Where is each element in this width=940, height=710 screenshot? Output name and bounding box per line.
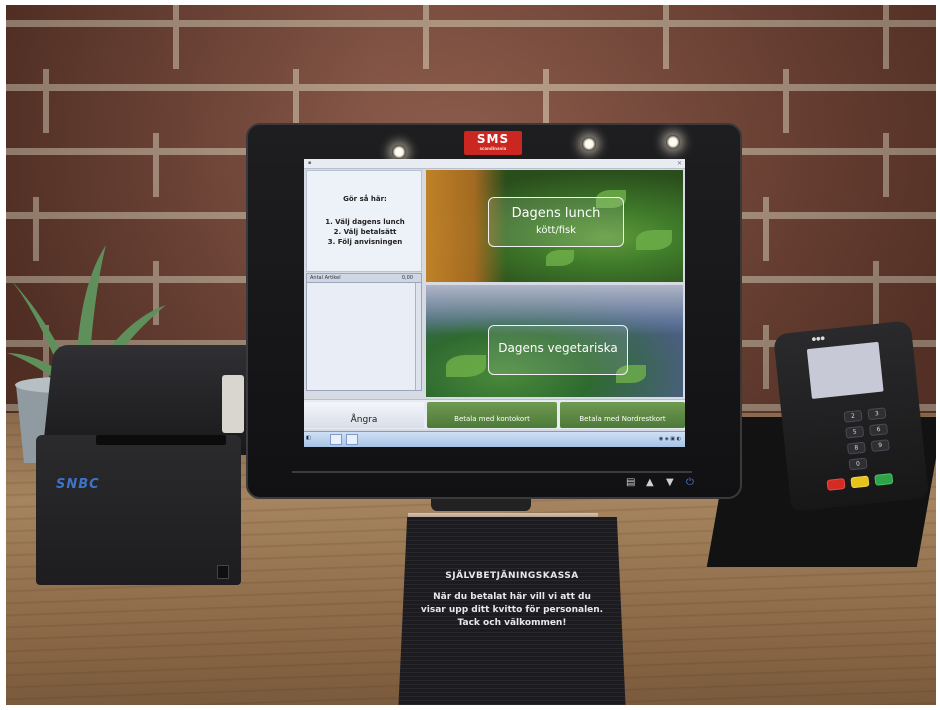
tile-dagens-lunch[interactable]: Dagens lunch kött/fisk bbox=[426, 170, 683, 282]
action-bar: Ångra Betala med kontokort Betala med No… bbox=[304, 399, 685, 429]
receipt-printer: SNBC bbox=[36, 345, 282, 585]
printer-logo: SNBC bbox=[56, 477, 100, 492]
tile-title: Dagens lunch bbox=[511, 206, 601, 221]
terminal-key[interactable]: 3 bbox=[867, 407, 887, 421]
dagens-vegetariska-button[interactable]: Dagens vegetariska bbox=[488, 325, 628, 375]
taskbar-app-icon[interactable] bbox=[330, 434, 342, 445]
close-icon[interactable]: ✕ bbox=[677, 160, 682, 167]
terminal-cancel-key[interactable] bbox=[826, 478, 846, 491]
terminal-ok-key[interactable] bbox=[874, 473, 894, 486]
terminal-key[interactable]: 2 bbox=[843, 409, 863, 423]
terminal-key[interactable]: 9 bbox=[870, 439, 890, 453]
pay-nordrest-card-button[interactable]: Betala med Nordrestkort bbox=[560, 402, 685, 428]
column-quantity: Antal bbox=[310, 275, 324, 281]
ceiling-light-reflection bbox=[666, 135, 680, 149]
start-icon[interactable]: ◧ bbox=[306, 435, 311, 441]
menu-icon[interactable]: ▤ bbox=[626, 477, 635, 488]
tile-dagens-vegetariska[interactable]: Dagens vegetariska bbox=[426, 285, 683, 397]
terminal-key[interactable]: 6 bbox=[869, 423, 889, 437]
ceiling-light-reflection bbox=[392, 145, 406, 159]
terminal-key[interactable]: 5 bbox=[845, 425, 865, 439]
ceiling-light-reflection bbox=[582, 137, 596, 151]
system-tray-icons: ◉ ◈ ▣ ◐ bbox=[658, 436, 681, 442]
sign-line: visar upp ditt kvitto för personalen. bbox=[420, 605, 604, 615]
terminal-key[interactable]: 8 bbox=[846, 441, 866, 455]
terminal-brand-icon: ●●● bbox=[811, 335, 826, 343]
sign-line: När du betalat här vill vi att du bbox=[433, 592, 591, 602]
sign-body: När du betalat här vill vi att du visar … bbox=[398, 591, 626, 630]
sign-line: Tack och välkommen! bbox=[457, 618, 567, 628]
printer-paper-slot bbox=[96, 435, 226, 445]
article-list-total: 0,00 bbox=[401, 275, 413, 281]
instructions-heading: Gör så här: bbox=[343, 195, 387, 203]
instructions-steps: 1. Välj dagens lunch 2. Välj betalsätt 3… bbox=[307, 217, 423, 247]
tile-title: Dagens vegetariska bbox=[498, 341, 618, 355]
article-list-columns: Antal Artikel bbox=[310, 275, 341, 281]
taskbar-app-icon[interactable] bbox=[346, 434, 358, 445]
bezel-divider bbox=[292, 471, 692, 473]
brand-badge: SMS scandinavia bbox=[464, 131, 522, 155]
pos-monitor: SMS scandinavia ▪ ✕ Gör så här: 1. Välj … bbox=[246, 123, 742, 499]
column-article: Artikel bbox=[324, 275, 341, 281]
pay-account-card-button[interactable]: Betala med kontokort bbox=[427, 402, 557, 428]
article-list-scrollbar[interactable] bbox=[415, 283, 421, 390]
article-list[interactable]: Antal Artikel 0,00 bbox=[306, 273, 422, 391]
herb-leaf bbox=[546, 250, 574, 266]
terminal-clear-key[interactable] bbox=[850, 475, 870, 489]
printer-power-button[interactable] bbox=[217, 565, 229, 579]
terminal-display bbox=[806, 341, 884, 399]
herb-leaf bbox=[636, 230, 672, 250]
window-titlebar: ▪ ✕ bbox=[304, 159, 685, 169]
brightness-down-icon[interactable]: ▼ bbox=[666, 477, 674, 488]
instructions-panel: Gör så här: 1. Välj dagens lunch 2. Välj… bbox=[306, 170, 422, 272]
instruction-step: 3. Följ anvisningen bbox=[327, 238, 403, 246]
card-terminal: ●●● 2 3 5 6 8 9 0 bbox=[773, 320, 929, 512]
photo-scene: SNBC ●●● 2 3 5 6 8 9 0 SMS scandinavia ▪… bbox=[6, 5, 936, 705]
pos-screen: ▪ ✕ Gör så här: 1. Välj dagens lunch 2. … bbox=[304, 159, 685, 447]
sign-title: SJÄLVBETJÄNINGSKASSA bbox=[445, 571, 579, 581]
article-list-header: Antal Artikel 0,00 bbox=[307, 274, 421, 283]
terminal-key[interactable]: 0 bbox=[848, 457, 868, 471]
brand-badge-text: SMS bbox=[476, 132, 510, 146]
instruction-step: 1. Välj dagens lunch bbox=[325, 218, 405, 226]
dagens-lunch-button[interactable]: Dagens lunch kött/fisk bbox=[488, 197, 624, 247]
undo-button[interactable]: Ångra bbox=[304, 402, 424, 428]
herb-leaf bbox=[446, 355, 486, 377]
os-taskbar: ◧ ◉ ◈ ▣ ◐ bbox=[304, 431, 685, 447]
printer-body bbox=[36, 435, 241, 585]
window-title: ▪ bbox=[308, 160, 312, 166]
tile-subtitle: kött/fisk bbox=[535, 225, 577, 236]
power-icon[interactable]: ⏻ bbox=[686, 477, 694, 488]
instruction-step: 2. Välj betalsätt bbox=[333, 228, 397, 236]
brightness-up-icon[interactable]: ▲ bbox=[646, 477, 654, 488]
brand-badge-subtext: scandinavia bbox=[479, 146, 507, 151]
printer-control-label bbox=[222, 375, 244, 433]
